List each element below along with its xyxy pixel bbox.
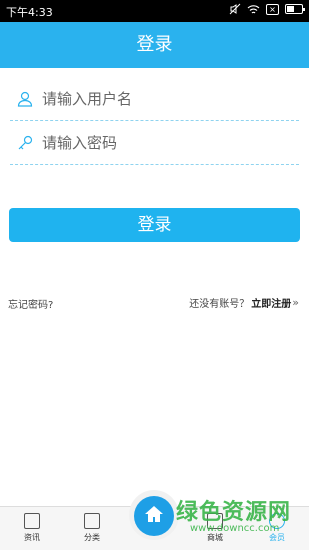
password-field	[10, 121, 299, 165]
status-bar: 下午4:33 ×	[0, 0, 309, 22]
username-input[interactable]	[42, 87, 292, 111]
category-icon	[84, 513, 100, 529]
page-title: 登录	[0, 22, 309, 68]
username-field	[10, 77, 299, 121]
battery-icon	[285, 4, 305, 14]
watermark: 绿色资源网	[176, 500, 292, 525]
tab-category[interactable]: 分类	[67, 511, 117, 549]
mute-icon	[229, 3, 241, 15]
forgot-password-link[interactable]: 忘记密码?	[8, 296, 53, 311]
chevron-right-icon: »	[292, 296, 299, 309]
tab-news-label: 资讯	[24, 533, 40, 542]
watermark-url: www.downcc.com	[190, 523, 280, 534]
status-icons: ×	[229, 3, 305, 15]
password-input[interactable]	[42, 131, 292, 155]
news-icon	[24, 513, 40, 529]
user-icon	[16, 90, 34, 108]
wifi-icon	[247, 4, 260, 15]
tab-category-label: 分类	[84, 533, 100, 542]
register-link[interactable]: 立即注册	[251, 295, 291, 310]
key-icon	[16, 134, 34, 152]
register-prompt: 还没有账号？ 立即注册 »	[189, 295, 299, 310]
tab-news[interactable]: 资讯	[7, 511, 57, 549]
sim-icon: ×	[266, 3, 279, 15]
home-icon	[143, 504, 165, 528]
tab-mall-label: 商城	[207, 533, 223, 542]
home-button[interactable]	[134, 496, 174, 536]
status-time: 下午4:33	[6, 6, 53, 19]
no-account-text: 还没有账号？	[189, 299, 250, 310]
tab-member-label: 会员	[269, 533, 285, 542]
login-button[interactable]: 登录	[9, 208, 300, 242]
